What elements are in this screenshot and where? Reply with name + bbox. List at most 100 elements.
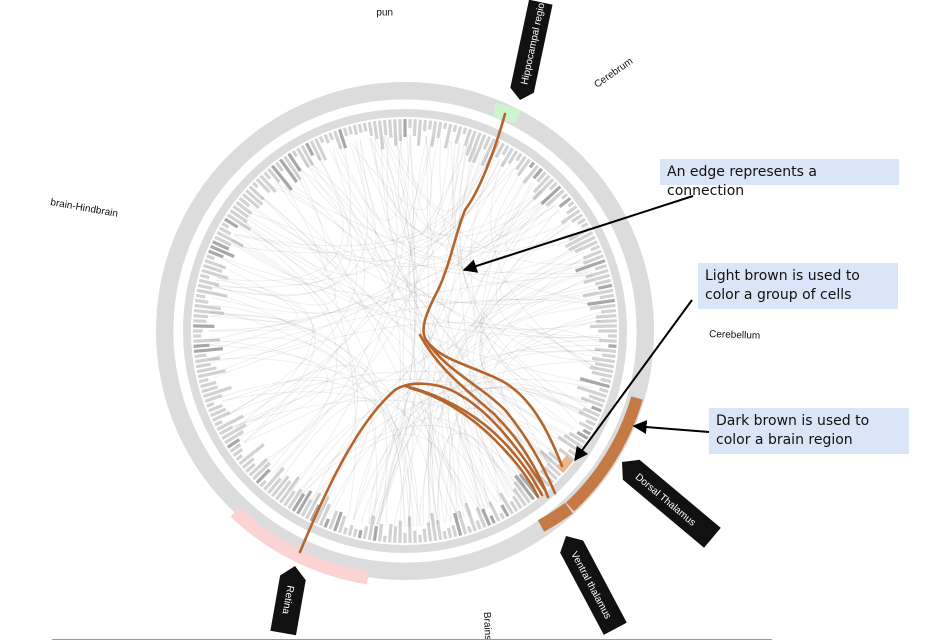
region-label-top-cut: und — [376, 7, 393, 18]
edge — [243, 274, 594, 443]
cell-bar — [193, 314, 208, 319]
cell-bar — [548, 181, 558, 191]
cell-bar — [194, 303, 222, 311]
bottom-rule — [52, 639, 772, 640]
cell-bar — [388, 119, 393, 138]
callout-dark-brown: Dark brown is used to color a brain regi… — [709, 408, 909, 454]
edge — [408, 135, 416, 527]
cell-bar — [427, 120, 433, 130]
cell-bar — [452, 124, 458, 133]
cell-bar — [193, 347, 224, 354]
cell-bar — [501, 144, 510, 156]
cell-bar — [600, 308, 617, 314]
cell-bar — [195, 293, 206, 299]
cell-bar — [372, 525, 379, 542]
arrow-dark-brown — [632, 420, 710, 434]
cell-bar — [193, 324, 215, 328]
cell-bar — [581, 222, 589, 229]
cell-bar — [567, 201, 575, 208]
cell-bar — [393, 526, 398, 543]
cell-bar — [426, 522, 433, 542]
cell-bar — [323, 518, 330, 528]
cell-bar — [362, 526, 369, 540]
cell-bar — [601, 353, 616, 359]
edge — [281, 178, 357, 519]
cell-bar — [206, 401, 215, 408]
cell-bar — [194, 298, 209, 304]
tag-ventral-thalamus: Ventral thalamus — [560, 536, 627, 635]
region-label-midbrain-hindbrain: brain-Hindbrain — [49, 197, 118, 220]
cell-bar — [221, 222, 230, 229]
cell-bar — [561, 193, 569, 200]
cell-bar — [263, 171, 272, 180]
cell-bar — [599, 293, 615, 300]
cell-bar — [214, 419, 224, 427]
cell-bar — [599, 338, 617, 343]
cell-bar — [196, 366, 217, 374]
cell-bar — [318, 136, 325, 144]
cell-bar — [357, 529, 363, 539]
cell-bar — [591, 405, 602, 413]
cell-bar — [206, 254, 216, 261]
cell-bar — [367, 515, 376, 541]
cell-bar — [388, 523, 393, 543]
cell-bar — [342, 127, 349, 137]
cell-bar — [235, 454, 244, 461]
cell-bar — [430, 512, 438, 542]
cell-bar — [589, 324, 617, 329]
tag-dorsal-thalamus: Dorsal Thalamus — [622, 459, 721, 548]
cell-bar — [489, 515, 496, 524]
cell-bar — [198, 377, 209, 384]
cell-bar — [252, 181, 259, 189]
cell-bar — [413, 530, 417, 543]
cell-bar — [195, 362, 212, 369]
cell-bar — [347, 126, 353, 135]
cell-bar — [200, 380, 217, 389]
arrow-light-brown — [574, 299, 693, 462]
cell-bar — [193, 343, 210, 348]
cell-bar — [567, 448, 578, 457]
cell-bar — [587, 298, 616, 306]
cell-bar — [382, 535, 387, 543]
cell-bar — [528, 161, 535, 169]
cell-bar — [430, 120, 438, 147]
region-label-cerebrum: Cerebrum — [592, 56, 635, 91]
region-label-cerebellum: Cerebellum — [709, 329, 760, 342]
cell-bar — [412, 119, 417, 137]
cell-bar — [259, 479, 267, 488]
cell-bar — [194, 353, 207, 359]
tag-retina: Retina — [270, 566, 306, 636]
cell-bar — [200, 273, 210, 280]
cell-bar — [362, 122, 368, 132]
cell-bar — [590, 244, 600, 252]
cell-bar — [201, 385, 219, 394]
cell-bar — [597, 283, 613, 290]
cell-bar — [600, 377, 612, 384]
edge — [215, 279, 314, 430]
cell-bar — [372, 120, 379, 140]
cell-bar — [595, 361, 615, 369]
cell-bar — [515, 152, 523, 162]
ventral-thalamus-segment[interactable] — [537, 502, 573, 532]
cell-bar — [422, 528, 428, 543]
edge — [238, 226, 358, 505]
cell-bar — [591, 370, 613, 379]
cell-bar — [347, 524, 354, 536]
cell-bar — [291, 150, 298, 158]
callout-light-brown: Light brown is used to color a group of … — [698, 263, 898, 309]
cell-bar — [475, 520, 482, 530]
cell-bar — [608, 344, 617, 348]
tag-hippocampal: Hippocampal regio — [510, 0, 553, 100]
cell-bar — [462, 127, 468, 135]
region-label-brainstem-cut: Brains — [481, 612, 493, 641]
tag-dorsal-thalamus-label: Dorsal Thalamus — [633, 472, 698, 529]
cell-bar — [594, 278, 612, 286]
hierarchical-edge-bundle-diagram: Hippocampal regio Dorsal Thalamus Ventra… — [49, 0, 760, 641]
cell-bar — [367, 121, 374, 137]
cell-bar — [598, 387, 609, 394]
cell-bar — [382, 119, 388, 136]
cell-bar — [352, 124, 359, 136]
cell-bar — [585, 419, 596, 427]
cell-bar — [352, 528, 358, 538]
cell-bar — [454, 126, 463, 144]
